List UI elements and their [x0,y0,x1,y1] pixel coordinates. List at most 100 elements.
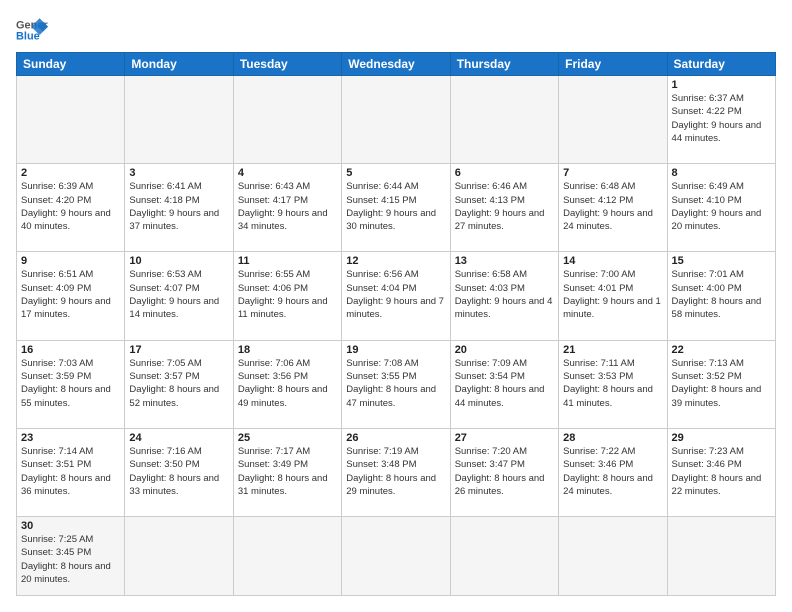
day-number: 23 [21,432,120,444]
day-sun-info: Sunrise: 6:44 AM Sunset: 4:15 PM Dayligh… [346,180,445,233]
calendar-day-cell [233,76,341,164]
day-sun-info: Sunrise: 7:14 AM Sunset: 3:51 PM Dayligh… [21,445,120,498]
generalblue-logo-icon: General Blue [16,16,48,44]
day-of-week-header: Sunday [17,53,125,76]
day-number: 10 [129,255,228,267]
calendar-day-cell: 14Sunrise: 7:00 AM Sunset: 4:01 PM Dayli… [559,252,667,340]
calendar-day-cell: 9Sunrise: 6:51 AM Sunset: 4:09 PM Daylig… [17,252,125,340]
calendar-day-cell: 27Sunrise: 7:20 AM Sunset: 3:47 PM Dayli… [450,428,558,516]
day-number: 6 [455,167,554,179]
day-number: 18 [238,344,337,356]
calendar-day-cell [559,76,667,164]
calendar-day-cell: 4Sunrise: 6:43 AM Sunset: 4:17 PM Daylig… [233,164,341,252]
calendar-week-row: 9Sunrise: 6:51 AM Sunset: 4:09 PM Daylig… [17,252,776,340]
day-sun-info: Sunrise: 6:58 AM Sunset: 4:03 PM Dayligh… [455,268,554,321]
day-number: 29 [672,432,771,444]
calendar-day-cell: 3Sunrise: 6:41 AM Sunset: 4:18 PM Daylig… [125,164,233,252]
day-number: 15 [672,255,771,267]
day-number: 22 [672,344,771,356]
calendar-day-cell [667,517,775,596]
calendar-day-cell: 7Sunrise: 6:48 AM Sunset: 4:12 PM Daylig… [559,164,667,252]
calendar-day-cell: 25Sunrise: 7:17 AM Sunset: 3:49 PM Dayli… [233,428,341,516]
day-number: 19 [346,344,445,356]
calendar-day-cell: 28Sunrise: 7:22 AM Sunset: 3:46 PM Dayli… [559,428,667,516]
calendar-day-cell: 11Sunrise: 6:55 AM Sunset: 4:06 PM Dayli… [233,252,341,340]
logo: General Blue [16,16,48,44]
day-sun-info: Sunrise: 6:41 AM Sunset: 4:18 PM Dayligh… [129,180,228,233]
day-number: 30 [21,520,120,532]
calendar-day-cell [125,76,233,164]
calendar-day-cell: 26Sunrise: 7:19 AM Sunset: 3:48 PM Dayli… [342,428,450,516]
day-number: 27 [455,432,554,444]
calendar-day-cell: 13Sunrise: 6:58 AM Sunset: 4:03 PM Dayli… [450,252,558,340]
day-number: 13 [455,255,554,267]
day-of-week-header: Wednesday [342,53,450,76]
calendar-week-row: 2Sunrise: 6:39 AM Sunset: 4:20 PM Daylig… [17,164,776,252]
day-number: 3 [129,167,228,179]
day-sun-info: Sunrise: 7:17 AM Sunset: 3:49 PM Dayligh… [238,445,337,498]
day-number: 9 [21,255,120,267]
calendar-day-cell: 5Sunrise: 6:44 AM Sunset: 4:15 PM Daylig… [342,164,450,252]
day-number: 14 [563,255,662,267]
day-sun-info: Sunrise: 7:23 AM Sunset: 3:46 PM Dayligh… [672,445,771,498]
day-sun-info: Sunrise: 6:37 AM Sunset: 4:22 PM Dayligh… [672,92,771,145]
day-sun-info: Sunrise: 7:20 AM Sunset: 3:47 PM Dayligh… [455,445,554,498]
day-number: 11 [238,255,337,267]
day-number: 2 [21,167,120,179]
calendar-week-row: 30Sunrise: 7:25 AM Sunset: 3:45 PM Dayli… [17,517,776,596]
calendar-day-cell [125,517,233,596]
calendar-day-cell: 8Sunrise: 6:49 AM Sunset: 4:10 PM Daylig… [667,164,775,252]
calendar-day-cell: 22Sunrise: 7:13 AM Sunset: 3:52 PM Dayli… [667,340,775,428]
day-number: 5 [346,167,445,179]
day-of-week-header: Saturday [667,53,775,76]
day-of-week-header: Tuesday [233,53,341,76]
day-sun-info: Sunrise: 7:22 AM Sunset: 3:46 PM Dayligh… [563,445,662,498]
day-sun-info: Sunrise: 7:25 AM Sunset: 3:45 PM Dayligh… [21,533,120,586]
calendar-day-cell: 15Sunrise: 7:01 AM Sunset: 4:00 PM Dayli… [667,252,775,340]
day-number: 26 [346,432,445,444]
calendar-day-cell: 20Sunrise: 7:09 AM Sunset: 3:54 PM Dayli… [450,340,558,428]
day-number: 21 [563,344,662,356]
day-of-week-header: Thursday [450,53,558,76]
day-sun-info: Sunrise: 6:53 AM Sunset: 4:07 PM Dayligh… [129,268,228,321]
calendar-day-cell: 21Sunrise: 7:11 AM Sunset: 3:53 PM Dayli… [559,340,667,428]
day-sun-info: Sunrise: 6:46 AM Sunset: 4:13 PM Dayligh… [455,180,554,233]
calendar-header-row: SundayMondayTuesdayWednesdayThursdayFrid… [17,53,776,76]
day-number: 1 [672,79,771,91]
day-number: 7 [563,167,662,179]
day-number: 28 [563,432,662,444]
day-sun-info: Sunrise: 7:03 AM Sunset: 3:59 PM Dayligh… [21,357,120,410]
day-sun-info: Sunrise: 6:39 AM Sunset: 4:20 PM Dayligh… [21,180,120,233]
day-number: 12 [346,255,445,267]
calendar-body: 1Sunrise: 6:37 AM Sunset: 4:22 PM Daylig… [17,76,776,596]
calendar-day-cell [17,76,125,164]
calendar-day-cell: 2Sunrise: 6:39 AM Sunset: 4:20 PM Daylig… [17,164,125,252]
calendar-day-cell [342,517,450,596]
day-of-week-header: Friday [559,53,667,76]
day-sun-info: Sunrise: 6:51 AM Sunset: 4:09 PM Dayligh… [21,268,120,321]
day-sun-info: Sunrise: 6:55 AM Sunset: 4:06 PM Dayligh… [238,268,337,321]
day-number: 17 [129,344,228,356]
calendar-day-cell: 18Sunrise: 7:06 AM Sunset: 3:56 PM Dayli… [233,340,341,428]
day-sun-info: Sunrise: 6:43 AM Sunset: 4:17 PM Dayligh… [238,180,337,233]
day-sun-info: Sunrise: 7:19 AM Sunset: 3:48 PM Dayligh… [346,445,445,498]
day-number: 8 [672,167,771,179]
day-sun-info: Sunrise: 7:01 AM Sunset: 4:00 PM Dayligh… [672,268,771,321]
day-of-week-header: Monday [125,53,233,76]
day-sun-info: Sunrise: 6:56 AM Sunset: 4:04 PM Dayligh… [346,268,445,321]
calendar-table: SundayMondayTuesdayWednesdayThursdayFrid… [16,52,776,596]
day-sun-info: Sunrise: 7:00 AM Sunset: 4:01 PM Dayligh… [563,268,662,321]
calendar-day-cell: 10Sunrise: 6:53 AM Sunset: 4:07 PM Dayli… [125,252,233,340]
svg-text:Blue: Blue [16,30,40,42]
day-number: 16 [21,344,120,356]
day-sun-info: Sunrise: 7:09 AM Sunset: 3:54 PM Dayligh… [455,357,554,410]
calendar-day-cell: 17Sunrise: 7:05 AM Sunset: 3:57 PM Dayli… [125,340,233,428]
calendar-week-row: 23Sunrise: 7:14 AM Sunset: 3:51 PM Dayli… [17,428,776,516]
calendar-day-cell [342,76,450,164]
calendar-day-cell: 12Sunrise: 6:56 AM Sunset: 4:04 PM Dayli… [342,252,450,340]
day-sun-info: Sunrise: 6:48 AM Sunset: 4:12 PM Dayligh… [563,180,662,233]
calendar-day-cell: 24Sunrise: 7:16 AM Sunset: 3:50 PM Dayli… [125,428,233,516]
day-sun-info: Sunrise: 7:05 AM Sunset: 3:57 PM Dayligh… [129,357,228,410]
day-number: 24 [129,432,228,444]
day-number: 20 [455,344,554,356]
